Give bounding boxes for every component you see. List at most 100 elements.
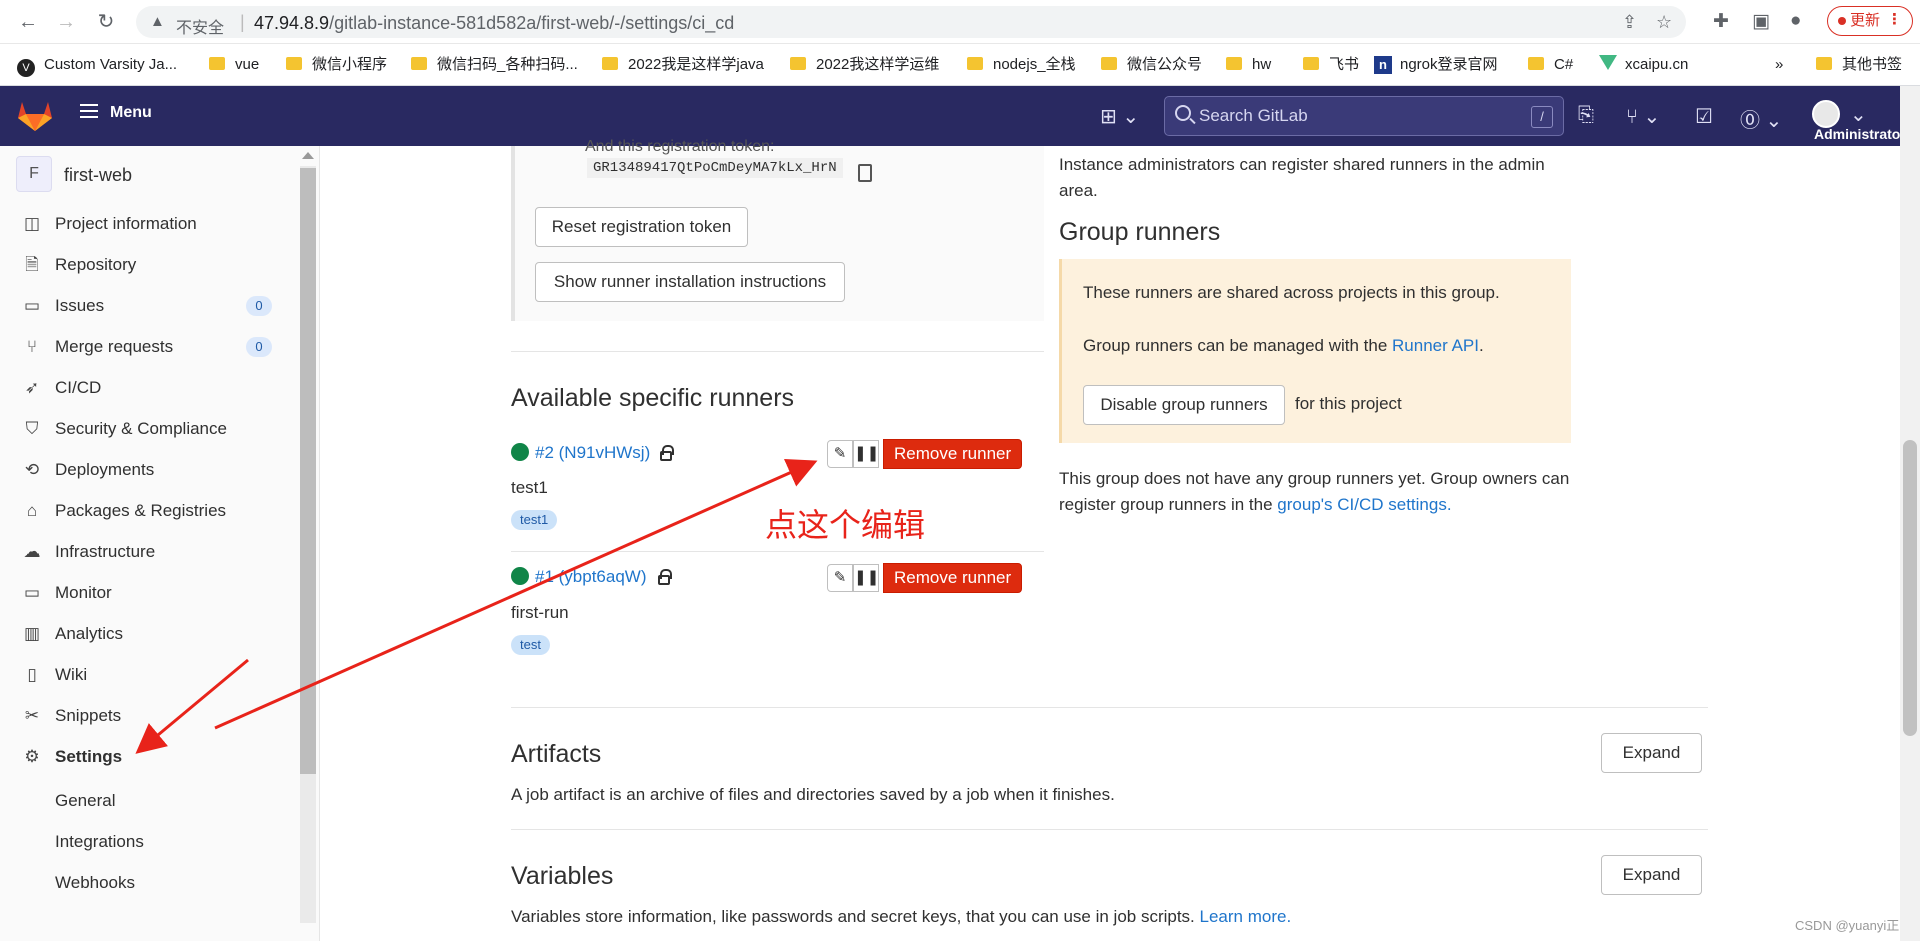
issues-icon[interactable]: ⎘ bbox=[1578, 104, 1594, 127]
variables-title: Variables bbox=[511, 862, 614, 890]
sidebar-subitem-general[interactable]: General bbox=[55, 791, 115, 811]
deploy-icon: ⟲ bbox=[24, 460, 40, 479]
main-content: And this registration token: GR13489417Q… bbox=[321, 138, 1900, 941]
bookmark-label: vue bbox=[235, 56, 260, 73]
sidebar-item-label: Packages & Registries bbox=[55, 501, 227, 520]
share-icon[interactable]: ⇪ bbox=[1622, 12, 1637, 33]
bookmark-item[interactable]: vue bbox=[209, 54, 259, 76]
bookmark-item[interactable]: n ngrok登录官网 bbox=[1374, 54, 1498, 76]
back-icon[interactable]: ← bbox=[16, 10, 40, 34]
merge-requests-icon[interactable]: ⑂ ⌄ bbox=[1626, 104, 1660, 129]
search-input[interactable]: Search GitLab / bbox=[1164, 96, 1564, 136]
sidebar-item-infrastructure[interactable]: ☁ Infrastructure bbox=[0, 532, 300, 570]
bookmark-item[interactable]: nodejs_全栈 bbox=[967, 54, 1076, 76]
forward-icon[interactable]: → bbox=[54, 10, 78, 34]
sidebar-item-cicd[interactable]: ➶ CI/CD bbox=[0, 368, 300, 406]
doc-icon: 🗎 bbox=[25, 255, 39, 274]
artifacts-title: Artifacts bbox=[511, 740, 602, 768]
specific-runners-title: Available specific runners bbox=[511, 384, 795, 412]
runner-description: first-run bbox=[511, 603, 569, 622]
sidebar-item-label: CI/CD bbox=[55, 378, 102, 397]
bookmark-item[interactable]: xcaipu.cn bbox=[1599, 54, 1688, 76]
copy-clipboard-icon[interactable] bbox=[858, 164, 872, 182]
extensions-icon[interactable]: ✚ bbox=[1713, 10, 1729, 33]
pause-runner-icon[interactable]: ❚❚ bbox=[853, 440, 879, 468]
sidebar-item-label: Analytics bbox=[55, 624, 124, 643]
address-bar[interactable]: ▲ 不安全 | 47.94.8.9/gitlab-instance-581d58… bbox=[136, 6, 1686, 38]
bookmark-item[interactable]: C# bbox=[1528, 54, 1573, 76]
bookmark-item[interactable]: V Custom Varsity Ja... bbox=[17, 54, 177, 77]
scroll-up-icon[interactable] bbox=[302, 152, 314, 159]
bookmark-item[interactable]: 微信小程序 bbox=[286, 54, 387, 76]
bookmarks-more-button[interactable]: » bbox=[1775, 54, 1783, 76]
sidebar-item-packages[interactable]: ⌂ Packages & Registries bbox=[0, 491, 300, 529]
sidebar-item-security[interactable]: ⛉ Security & Compliance bbox=[0, 409, 300, 447]
page-scroll-thumb[interactable] bbox=[1903, 440, 1917, 736]
variables-expand-button[interactable]: Expand bbox=[1601, 855, 1702, 895]
variables-description: Variables store information, like passwo… bbox=[511, 904, 1291, 930]
sidebar-item-deployments[interactable]: ⟲ Deployments bbox=[0, 450, 300, 488]
shield-icon: ⛉ bbox=[25, 419, 39, 438]
package-icon: ⌂ bbox=[26, 501, 38, 520]
bookmark-item[interactable]: 2022我这样学运维 bbox=[790, 54, 939, 76]
sidebar-item-label: Merge requests bbox=[55, 337, 174, 356]
artifacts-expand-button[interactable]: Expand bbox=[1601, 733, 1702, 773]
sidebar-item-label: Wiki bbox=[55, 665, 88, 684]
bookmark-item[interactable]: 飞书 bbox=[1303, 54, 1359, 76]
new-item-icon[interactable]: ⊞ ⌄ bbox=[1100, 104, 1139, 129]
lock-icon bbox=[660, 445, 674, 461]
sidebar-item-repository[interactable]: 🗎 Repository bbox=[0, 245, 300, 283]
bookmark-label: xcaipu.cn bbox=[1625, 56, 1689, 73]
menu-button[interactable]: Menu bbox=[80, 104, 152, 122]
runner-api-link[interactable]: Runner API bbox=[1392, 336, 1479, 355]
sidebar-item-settings[interactable]: ⚙ Settings bbox=[0, 737, 300, 775]
runner-link[interactable]: #1 (ybpt6aqW) bbox=[535, 567, 647, 587]
varsity-logo-icon: V bbox=[17, 59, 35, 77]
help-icon[interactable]: ⓪ ⌄ bbox=[1740, 104, 1782, 133]
pause-runner-icon[interactable]: ❚❚ bbox=[853, 564, 879, 592]
other-bookmarks[interactable]: 其他书签 bbox=[1816, 54, 1902, 76]
project-avatar[interactable]: F bbox=[16, 156, 52, 192]
sidebar-item-project-information[interactable]: ◫ Project information bbox=[0, 204, 300, 242]
bookmark-label: 2022我这样学运维 bbox=[816, 56, 940, 73]
runner-link[interactable]: #2 (N91vHWsj) bbox=[535, 443, 650, 463]
bookmark-item[interactable]: 微信扫码_各种扫码... bbox=[411, 54, 578, 76]
sidebar-item-issues[interactable]: ▭ Issues 0 bbox=[0, 286, 300, 324]
folder-icon bbox=[602, 57, 618, 70]
folder-icon bbox=[411, 57, 427, 70]
sidebar-item-analytics[interactable]: ▥ Analytics bbox=[0, 614, 300, 652]
bookmark-item[interactable]: 2022我是这样学java bbox=[602, 54, 764, 76]
todos-icon[interactable]: ☑ bbox=[1695, 104, 1713, 129]
sidebar-item-monitor[interactable]: ▭ Monitor bbox=[0, 573, 300, 611]
url-text[interactable]: 47.94.8.9/gitlab-instance-581d582a/first… bbox=[254, 13, 734, 34]
project-name[interactable]: first-web bbox=[64, 165, 132, 186]
bookmark-item[interactable]: 微信公众号 bbox=[1101, 54, 1202, 76]
remove-runner-button[interactable]: Remove runner bbox=[883, 563, 1023, 593]
gitlab-logo-icon[interactable] bbox=[18, 100, 52, 132]
sidebar-item-wiki[interactable]: ▯ Wiki bbox=[0, 655, 300, 693]
bookmarks-bar: V Custom Varsity Ja... vue 微信小程序 微信扫码_各种扫… bbox=[0, 44, 1920, 86]
bookmark-item[interactable]: hw bbox=[1226, 54, 1271, 76]
chevron-down-icon[interactable]: ⌄ bbox=[1850, 102, 1867, 127]
remove-runner-button[interactable]: Remove runner bbox=[883, 439, 1023, 469]
sidebar-scroll-thumb[interactable] bbox=[300, 168, 316, 774]
reload-icon[interactable]: ↻ bbox=[94, 10, 118, 34]
update-button[interactable]: 更新 ⋮ bbox=[1827, 6, 1913, 36]
sidebar-item-merge-requests[interactable]: ⑂ Merge requests 0 bbox=[0, 327, 300, 365]
sidepanel-icon[interactable]: ▣ bbox=[1752, 10, 1770, 33]
runner-status-online-icon bbox=[511, 567, 529, 585]
profile-icon[interactable]: ● bbox=[1790, 10, 1801, 32]
url-host: 47.94.8.9 bbox=[254, 13, 330, 33]
edit-runner-pencil-icon[interactable]: ✎ bbox=[827, 564, 853, 592]
reset-token-button[interactable]: Reset registration token bbox=[535, 207, 748, 247]
avatar[interactable] bbox=[1812, 100, 1840, 128]
sidebar-subitem-webhooks[interactable]: Webhooks bbox=[55, 873, 135, 893]
disable-group-runners-button[interactable]: Disable group runners bbox=[1083, 385, 1285, 425]
show-instructions-button[interactable]: Show runner installation instructions bbox=[535, 262, 845, 302]
sidebar-item-snippets[interactable]: ✂ Snippets bbox=[0, 696, 300, 734]
star-icon[interactable]: ☆ bbox=[1656, 12, 1672, 33]
edit-runner-pencil-icon[interactable]: ✎ bbox=[827, 440, 853, 468]
learn-more-link[interactable]: Learn more. bbox=[1200, 907, 1292, 926]
sidebar-subitem-integrations[interactable]: Integrations bbox=[55, 832, 144, 852]
group-cicd-settings-link[interactable]: group's CI/CD settings. bbox=[1277, 495, 1451, 514]
